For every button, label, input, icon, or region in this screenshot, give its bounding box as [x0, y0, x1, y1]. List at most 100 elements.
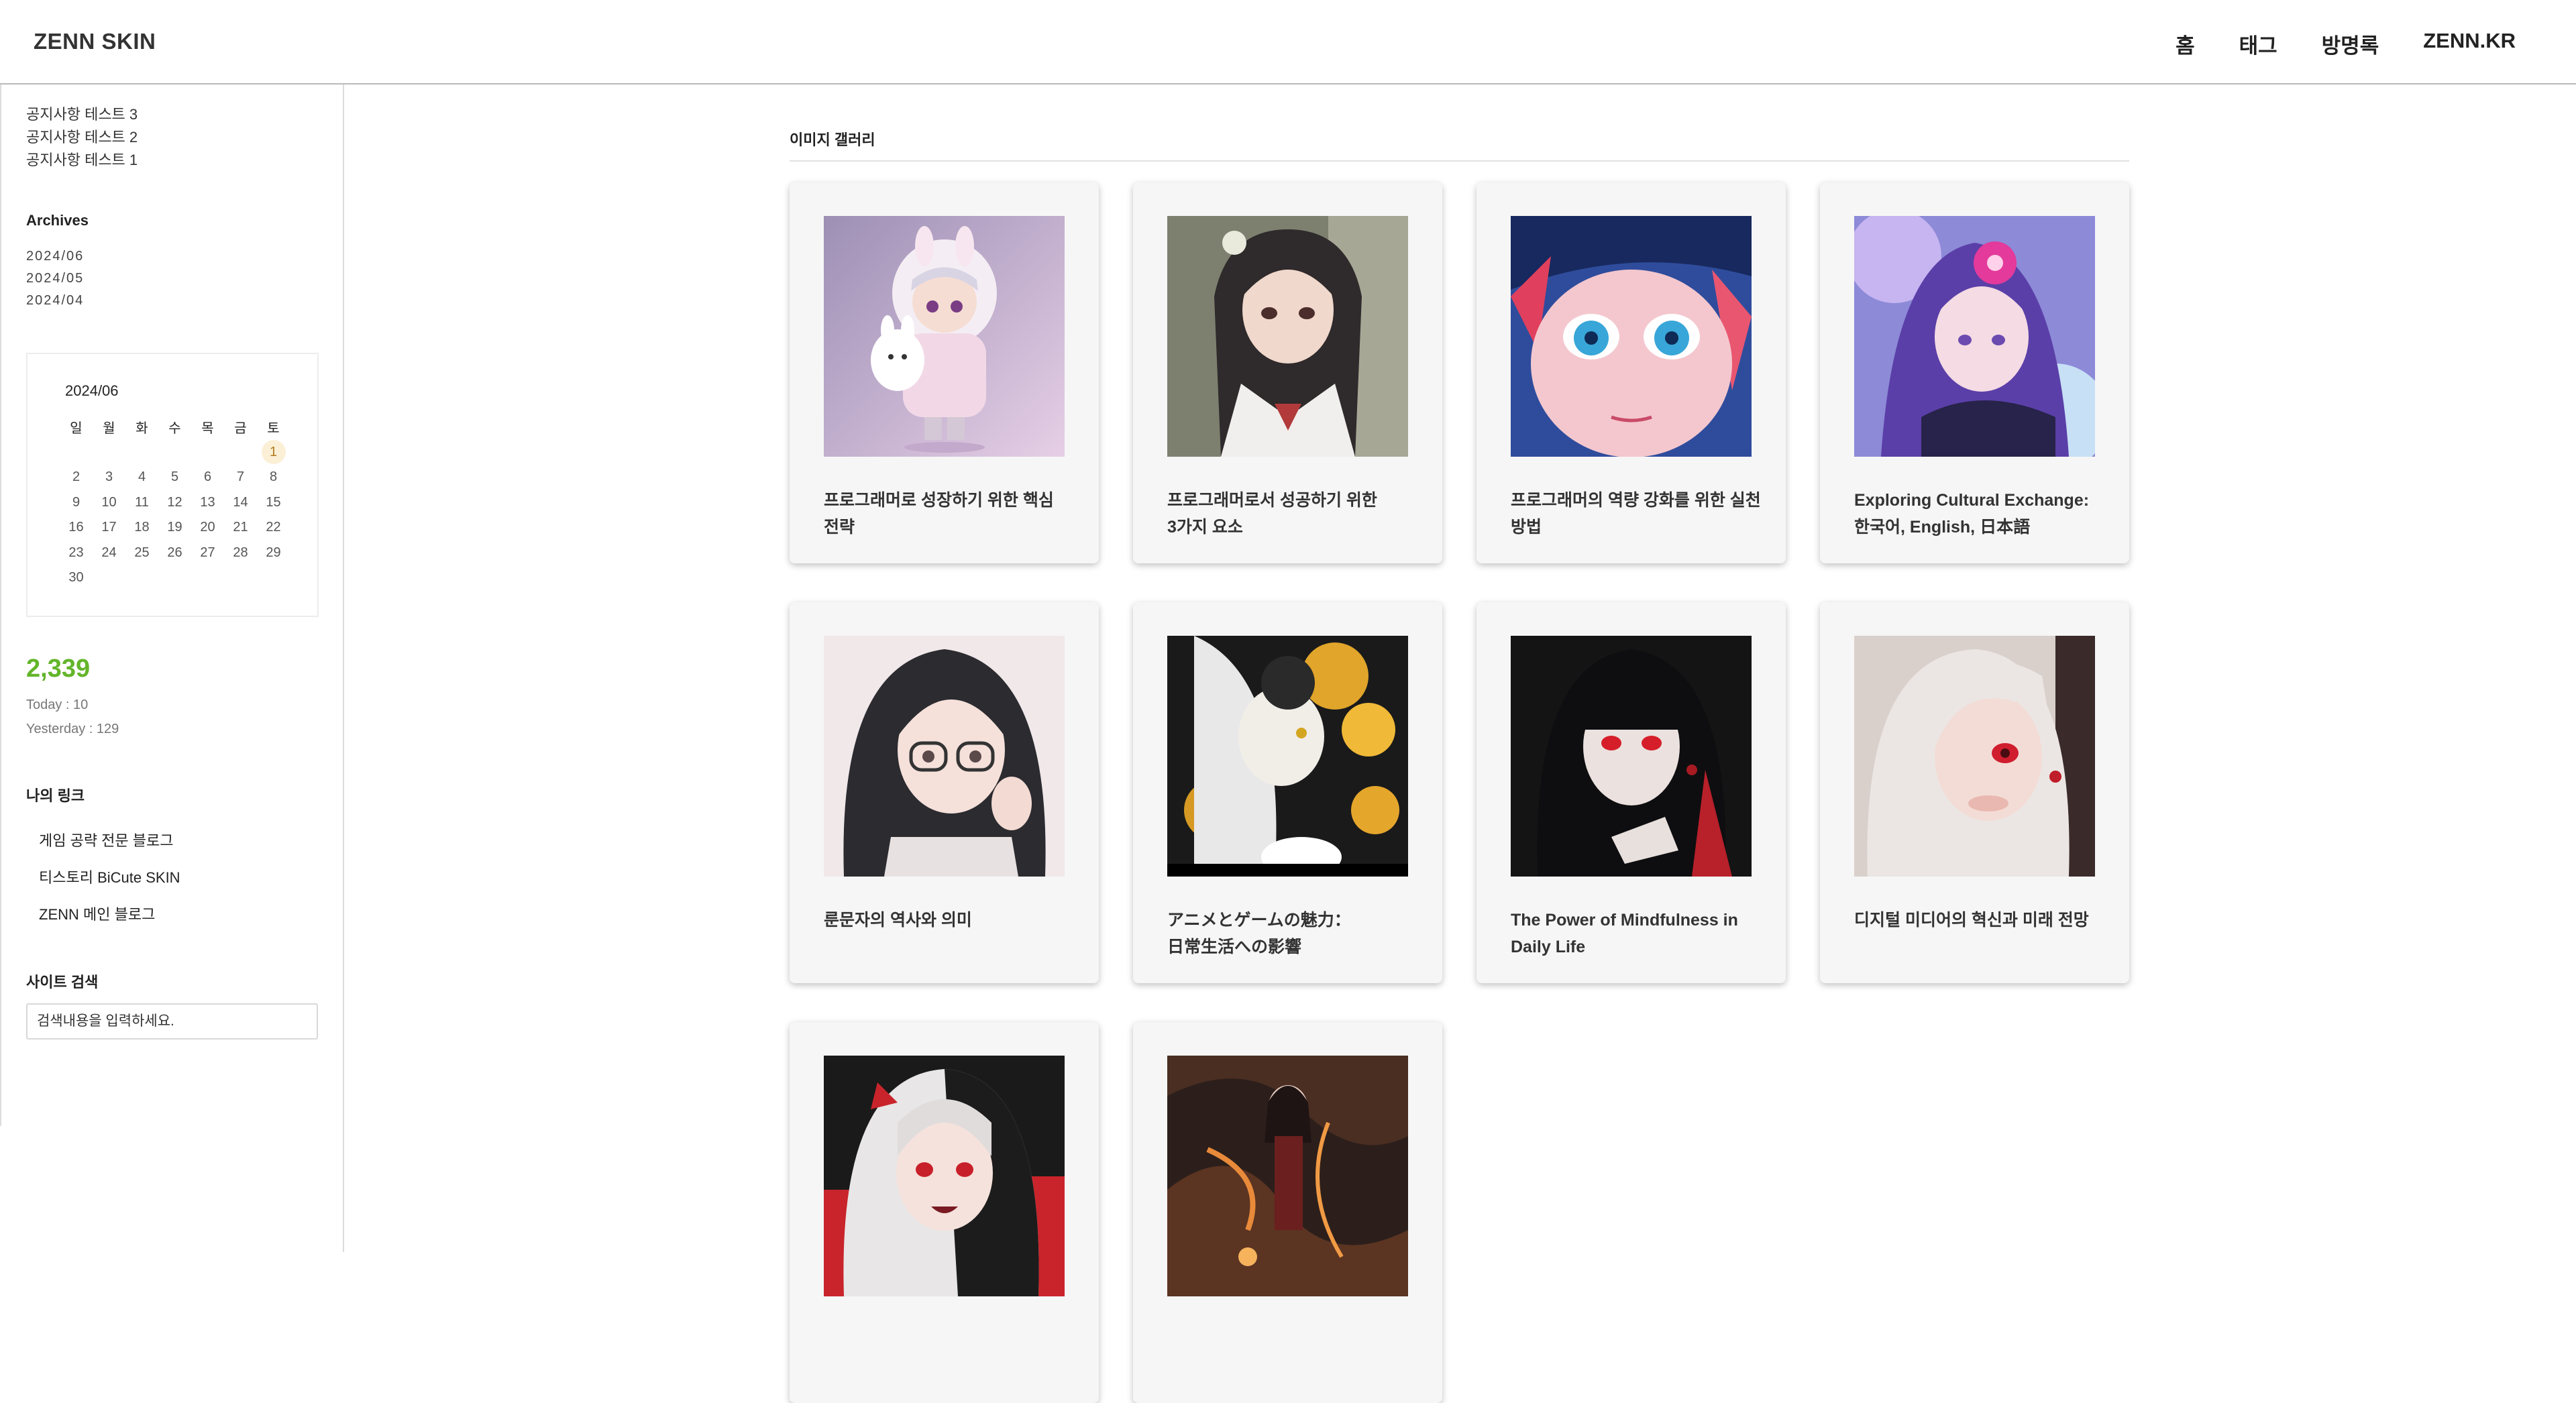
post-card[interactable]: 프로그래머로 성장하기 위한 핵심 전략 — [790, 182, 1099, 563]
nav-home[interactable]: 홈 — [2176, 29, 2195, 59]
nav-guestbook[interactable]: 방명록 — [2322, 29, 2379, 59]
calendar-weekday: 월 — [103, 421, 115, 437]
calendar-day[interactable]: 12 — [158, 490, 191, 516]
link-item[interactable]: 티스토리 BiCute SKIN — [39, 859, 180, 896]
calendar-day[interactable]: 29 — [257, 541, 290, 566]
calendar-empty-cell — [60, 440, 93, 465]
post-card[interactable]: 프로그래머의 역량 강화를 위한 실천 방법 — [1477, 182, 1786, 563]
calendar-day[interactable]: 1 — [257, 440, 290, 465]
calendar-title: 2024/06 — [65, 382, 119, 399]
calendar-day[interactable]: 20 — [191, 515, 224, 541]
calendar-empty-cell — [191, 440, 224, 465]
main-nav: 홈 태그 방명록 ZENN.KR — [2176, 29, 2516, 59]
calendar-day[interactable]: 15 — [257, 490, 290, 516]
calendar-weekday: 화 — [136, 421, 148, 437]
calendar-day[interactable]: 22 — [257, 515, 290, 541]
calendar-empty-cell — [125, 565, 158, 591]
post-card[interactable] — [790, 1022, 1099, 1403]
visitor-today: Today : 10 — [26, 697, 89, 712]
calendar: 2024/06 일 월 화 수 목 금 토 1 2 3 4 5 6 7 8 9 10 11 12 13 14 15 16 17… — [26, 353, 319, 617]
calendar-day[interactable]: 9 — [60, 490, 93, 516]
post-title[interactable]: アニメとゲームの魅力： 日常生活への影響 — [1167, 907, 1422, 960]
calendar-weekday: 수 — [168, 421, 181, 437]
calendar-day[interactable]: 19 — [158, 515, 191, 541]
calendar-day[interactable]: 4 — [125, 465, 158, 490]
links-title: 나의 링크 — [26, 787, 85, 804]
archives-title: Archives — [26, 212, 89, 229]
post-card[interactable]: 프로그래머로서 성공하기 위한 3가지 요소 — [1133, 182, 1442, 563]
calendar-day[interactable]: 27 — [191, 541, 224, 566]
gallery-divider — [790, 160, 2129, 162]
archive-item[interactable]: 2024/05 — [26, 268, 84, 290]
post-card[interactable]: 디지털 미디어의 혁신과 미래 전망 — [1820, 602, 2129, 983]
calendar-day[interactable]: 11 — [125, 490, 158, 516]
post-title[interactable]: 프로그래머로 성장하기 위한 핵심 전략 — [824, 487, 1079, 541]
calendar-day[interactable]: 6 — [191, 465, 224, 490]
link-item[interactable]: ZENN 메인 블로그 — [39, 896, 180, 933]
calendar-day-today[interactable]: 1 — [261, 440, 286, 465]
post-card[interactable]: The Power of Mindfulness in Daily Life — [1477, 602, 1786, 983]
post-title[interactable]: 디지털 미디어의 혁신과 미래 전망 — [1854, 907, 2109, 934]
post-title[interactable]: 룬문자의 역사와 의미 — [824, 907, 1079, 934]
calendar-day[interactable]: 28 — [224, 541, 257, 566]
post-thumbnail[interactable] — [1167, 1056, 1408, 1296]
post-title[interactable]: 프로그래머의 역량 강화를 위한 실천 방법 — [1511, 487, 1766, 541]
calendar-day[interactable]: 18 — [125, 515, 158, 541]
post-title[interactable]: Exploring Cultural Exchange: 한국어, Englis… — [1854, 487, 2109, 541]
notice-item[interactable]: 공지사항 테스트 1 — [26, 149, 138, 172]
post-title[interactable]: The Power of Mindfulness in Daily Life — [1511, 907, 1766, 960]
archives-list: 2024/06 2024/05 2024/04 — [26, 245, 84, 312]
notice-item[interactable]: 공지사항 테스트 2 — [26, 126, 138, 149]
nav-zenn-kr[interactable]: ZENN.KR — [2423, 29, 2516, 59]
nav-tags[interactable]: 태그 — [2239, 29, 2277, 59]
post-thumbnail[interactable] — [1167, 636, 1408, 877]
calendar-day[interactable]: 8 — [257, 465, 290, 490]
post-thumbnail[interactable] — [1854, 216, 2095, 457]
archive-item[interactable]: 2024/06 — [26, 245, 84, 268]
search-input[interactable] — [26, 1003, 318, 1040]
calendar-day[interactable]: 13 — [191, 490, 224, 516]
calendar-empty-cell — [224, 440, 257, 465]
calendar-day[interactable]: 5 — [158, 465, 191, 490]
calendar-day[interactable]: 25 — [125, 541, 158, 566]
notice-list: 공지사항 테스트 3 공지사항 테스트 2 공지사항 테스트 1 — [26, 103, 138, 172]
calendar-empty-cell — [191, 565, 224, 591]
calendar-empty-cell — [224, 565, 257, 591]
sidebar-divider — [0, 85, 1, 1126]
calendar-day[interactable]: 2 — [60, 465, 93, 490]
calendar-day[interactable]: 7 — [224, 465, 257, 490]
calendar-day[interactable]: 21 — [224, 515, 257, 541]
post-card[interactable]: 룬문자의 역사와 의미 — [790, 602, 1099, 983]
calendar-day[interactable]: 16 — [60, 515, 93, 541]
calendar-day[interactable]: 26 — [158, 541, 191, 566]
calendar-day[interactable]: 24 — [93, 541, 125, 566]
calendar-empty-cell — [125, 440, 158, 465]
visitor-total: 2,339 — [26, 655, 91, 683]
sidebar: 공지사항 테스트 3 공지사항 테스트 2 공지사항 테스트 1 Archive… — [0, 85, 344, 1252]
calendar-weekday: 토 — [267, 421, 280, 437]
link-item[interactable]: 게임 공략 전문 블로그 — [39, 822, 180, 859]
post-thumbnail[interactable] — [1511, 636, 1752, 877]
calendar-day[interactable]: 30 — [60, 565, 93, 591]
post-thumbnail[interactable] — [1511, 216, 1752, 457]
calendar-empty-cell — [93, 440, 125, 465]
calendar-day[interactable]: 14 — [224, 490, 257, 516]
calendar-day[interactable]: 17 — [93, 515, 125, 541]
site-logo[interactable]: ZENN SKIN — [34, 29, 156, 54]
post-title[interactable]: 프로그래머로서 성공하기 위한 3가지 요소 — [1167, 487, 1422, 541]
post-thumbnail[interactable] — [1167, 216, 1408, 457]
post-thumbnail[interactable] — [824, 216, 1065, 457]
calendar-weekday: 금 — [234, 421, 247, 437]
notice-item[interactable]: 공지사항 테스트 3 — [26, 103, 138, 126]
calendar-day[interactable]: 10 — [93, 490, 125, 516]
calendar-day[interactable]: 23 — [60, 541, 93, 566]
post-thumbnail[interactable] — [824, 1056, 1065, 1296]
archive-item[interactable]: 2024/04 — [26, 290, 84, 312]
post-thumbnail[interactable] — [1854, 636, 2095, 877]
search-title: 사이트 검색 — [26, 974, 99, 991]
post-card[interactable]: アニメとゲームの魅力： 日常生活への影響 — [1133, 602, 1442, 983]
post-thumbnail[interactable] — [824, 636, 1065, 877]
post-card[interactable] — [1133, 1022, 1442, 1403]
calendar-day[interactable]: 3 — [93, 465, 125, 490]
post-card[interactable]: Exploring Cultural Exchange: 한국어, Englis… — [1820, 182, 2129, 563]
